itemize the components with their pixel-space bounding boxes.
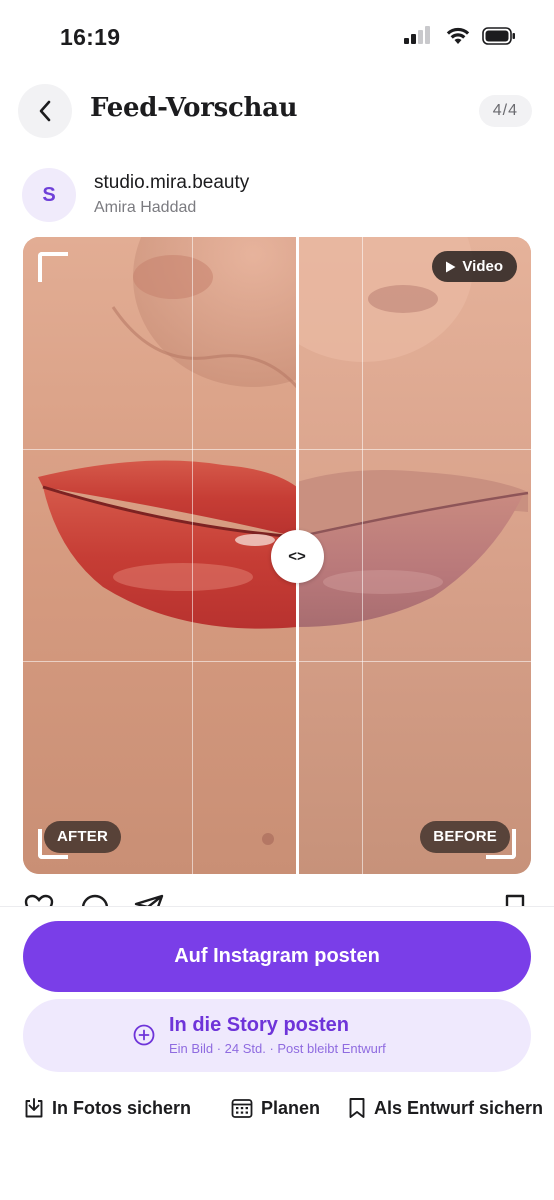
- play-icon: [446, 261, 456, 272]
- post-story-subtitle: Ein Bild · 24 Std. · Post bleibt Entwurf: [169, 1041, 386, 1056]
- account-handle: studio.mira.beauty: [94, 172, 250, 193]
- post-instagram-button[interactable]: Auf Instagram posten: [23, 921, 531, 992]
- heart-icon[interactable]: [24, 894, 54, 906]
- post-story-title: In die Story posten: [169, 1014, 350, 1036]
- grid-line: [23, 449, 531, 450]
- crop-corner-icon: [38, 252, 68, 282]
- download-icon: [25, 1098, 43, 1118]
- battery-icon: [482, 27, 516, 45]
- status-bar: 16:19: [0, 0, 554, 74]
- wifi-icon: [446, 27, 470, 45]
- account-name: Amira Haddad: [94, 199, 197, 216]
- schedule-label: Planen: [261, 1097, 321, 1118]
- comparison-slider-handle[interactable]: <>: [270, 530, 324, 583]
- avatar: S: [22, 168, 76, 222]
- save-to-photos-label: In Fotos sichern: [52, 1097, 192, 1118]
- grid-line: [362, 237, 363, 874]
- grid-line: [192, 237, 193, 874]
- video-badge-label: Video: [462, 258, 503, 275]
- after-label: AFTER: [44, 821, 121, 853]
- video-badge[interactable]: Video: [432, 251, 517, 282]
- save-draft-button[interactable]: Als Entwurf sichern: [348, 1094, 543, 1122]
- cellular-signal-icon: [404, 26, 434, 46]
- status-time: 16:19: [60, 24, 121, 50]
- bookmark-icon[interactable]: [505, 894, 525, 906]
- calendar-icon: [231, 1099, 253, 1118]
- bookmark-icon: [349, 1098, 365, 1118]
- save-draft-label: Als Entwurf sichern: [374, 1097, 544, 1118]
- page-title: Feed-Vorschau: [90, 93, 298, 123]
- header: Feed-Vorschau 4/4: [0, 80, 554, 142]
- comment-icon[interactable]: [80, 894, 110, 906]
- before-after-media[interactable]: <> Video AFTER BEFORE: [23, 237, 531, 874]
- chevron-left-icon: [39, 100, 51, 122]
- status-icons: [404, 26, 516, 46]
- back-button[interactable]: [18, 84, 72, 138]
- plus-circle-icon: [133, 1024, 155, 1046]
- post-actions-row: [0, 888, 554, 906]
- share-icon[interactable]: [134, 894, 164, 906]
- before-label: BEFORE: [420, 821, 510, 853]
- account-row: S studio.mira.beauty Amira Haddad: [22, 168, 532, 222]
- save-to-photos-button[interactable]: In Fotos sichern: [24, 1094, 191, 1122]
- page-counter: 4/4: [478, 95, 532, 127]
- schedule-button[interactable]: Planen: [231, 1094, 320, 1122]
- footer-actions: In Fotos sichern Planen Als Entwurf sich…: [0, 1094, 554, 1122]
- grid-line: [23, 661, 531, 662]
- post-story-button[interactable]: In die Story posten Ein Bild · 24 Std. ·…: [23, 999, 531, 1072]
